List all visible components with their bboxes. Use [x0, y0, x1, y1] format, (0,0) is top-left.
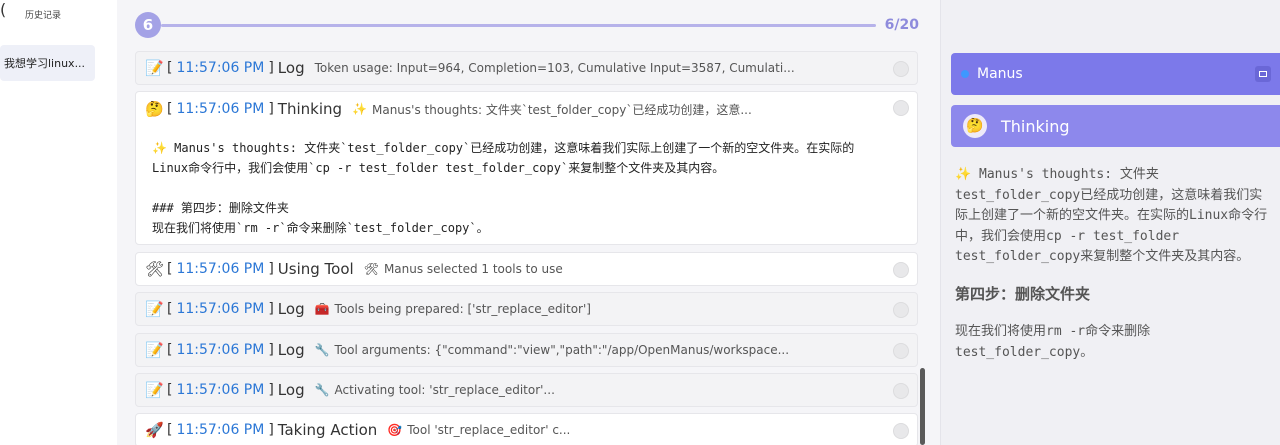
window-toggle-icon[interactable] — [1255, 66, 1271, 82]
step-counter: 6/20 — [884, 17, 919, 33]
detail-panel: Manus 🤔 Thinking ✨ Manus's thoughts: 文件夹… — [940, 0, 1280, 445]
event-row[interactable]: 📝 [11:57:06 PM] Log 🔧 Tool arguments: {"… — [135, 333, 918, 367]
event-row[interactable]: 📝 [11:57:06 PM] Log 🧰 Tools being prepar… — [135, 292, 918, 326]
wrench-icon: 🔧 — [314, 383, 330, 397]
event-time: 11:57:06 PM — [176, 301, 265, 317]
event-type: Log — [277, 300, 305, 318]
event-row[interactable]: 🚀 [11:57:06 PM] Taking Action 🎯 Tool 'st… — [135, 413, 918, 445]
thinking-section-bar: 🤔 Thinking — [951, 105, 1280, 147]
expand-toggle[interactable] — [893, 383, 909, 399]
event-type: Log — [277, 59, 305, 77]
sidebar-collapse-handle[interactable]: ( — [0, 0, 10, 24]
event-time: 11:57:06 PM — [176, 342, 265, 358]
thinking-event-card: 🤔 [11:57:06 PM] Thinking ✨ Manus's thoug… — [135, 91, 918, 245]
thinking-event-header[interactable]: 🤔 [11:57:06 PM] Thinking ✨ Manus's thoug… — [136, 92, 917, 126]
section-title: Thinking — [1001, 116, 1070, 136]
target-icon: 🎯 — [387, 423, 403, 437]
status-dot-icon — [961, 70, 969, 78]
tools-icon: 🛠 — [145, 260, 165, 278]
event-type: Log — [277, 341, 305, 359]
expand-toggle[interactable] — [893, 100, 909, 116]
sidebar: 历史记录 我想学习linux... — [0, 0, 117, 445]
scrollbar-thumb[interactable] — [920, 368, 925, 445]
event-message: Tool arguments: {"command":"view","path"… — [334, 343, 790, 357]
panel-title-bar: Manus — [951, 53, 1280, 95]
memo-icon: 📝 — [145, 341, 164, 359]
expand-toggle[interactable] — [893, 61, 909, 77]
event-time: 11:57:06 PM — [176, 60, 265, 76]
tools-icon: 🛠 — [363, 262, 379, 276]
step-progress: 6 6/20 — [135, 12, 935, 40]
event-row[interactable]: 📝 [11:57:06 PM] Log 🔧 Activating tool: '… — [135, 373, 918, 407]
event-time: 11:57:06 PM — [176, 261, 265, 277]
progress-track — [161, 24, 876, 27]
event-time: 11:57:06 PM — [176, 382, 265, 398]
memo-icon: 📝 — [145, 300, 164, 318]
thoughts-paragraph: ✨ Manus's thoughts: 文件夹test_folder_copy已… — [955, 167, 1268, 264]
rocket-icon: 🚀 — [145, 421, 164, 439]
event-row[interactable]: 🛠 [11:57:06 PM] Using Tool 🛠 Manus selec… — [135, 252, 918, 286]
event-row[interactable]: 📝 [11:57:06 PM] Log Token usage: Input=9… — [135, 51, 918, 85]
panel-title: Manus — [977, 66, 1023, 82]
step-heading: 第四步：删除文件夹 — [955, 284, 1091, 303]
event-message: Tool 'str_replace_editor' c... — [407, 423, 571, 437]
history-label: 历史记录 — [24, 11, 61, 21]
expand-toggle[interactable] — [893, 262, 909, 278]
memo-icon: 📝 — [145, 59, 164, 77]
event-message: Manus's thoughts: 文件夹`test_folder_copy`已… — [371, 102, 752, 117]
event-time: 11:57:06 PM — [176, 422, 265, 438]
event-type: Taking Action — [277, 421, 378, 439]
event-type: Thinking — [277, 100, 343, 118]
wrench-icon: 🔧 — [314, 343, 330, 357]
main-timeline: 6 6/20 📝 [11:57:06 PM] Log Token usage: … — [117, 0, 940, 445]
thinking-face-icon: 🤔 — [145, 100, 164, 118]
event-message: Tools being prepared: ['str_replace_edit… — [334, 302, 591, 316]
expand-toggle[interactable] — [893, 302, 909, 318]
event-time: 11:57:06 PM — [176, 101, 265, 117]
expand-toggle[interactable] — [893, 423, 909, 439]
thinking-face-icon: 🤔 — [963, 114, 987, 138]
event-type: Log — [277, 381, 305, 399]
event-message: Activating tool: 'str_replace_editor'... — [334, 383, 555, 397]
sparkle-icon: ✨ — [352, 102, 367, 116]
step-bubble: 6 — [135, 12, 161, 38]
event-message: Token usage: Input=964, Completion=103, … — [314, 61, 795, 75]
expand-toggle[interactable] — [893, 343, 909, 359]
conversation-item[interactable]: 我想学习linux... — [0, 45, 95, 81]
toolbox-icon: 🧰 — [314, 302, 330, 316]
action-paragraph: 现在我们将使用rm -r命令来删除test_folder_copy。 — [955, 324, 1151, 360]
memo-icon: 📝 — [145, 381, 164, 399]
event-message: Manus selected 1 tools to use — [383, 262, 563, 276]
panel-content: ✨ Manus's thoughts: 文件夹test_folder_copy已… — [955, 165, 1275, 363]
thinking-body: ✨ Manus's thoughts: 文件夹`test_folder_copy… — [152, 141, 855, 235]
event-type: Using Tool — [277, 260, 354, 278]
